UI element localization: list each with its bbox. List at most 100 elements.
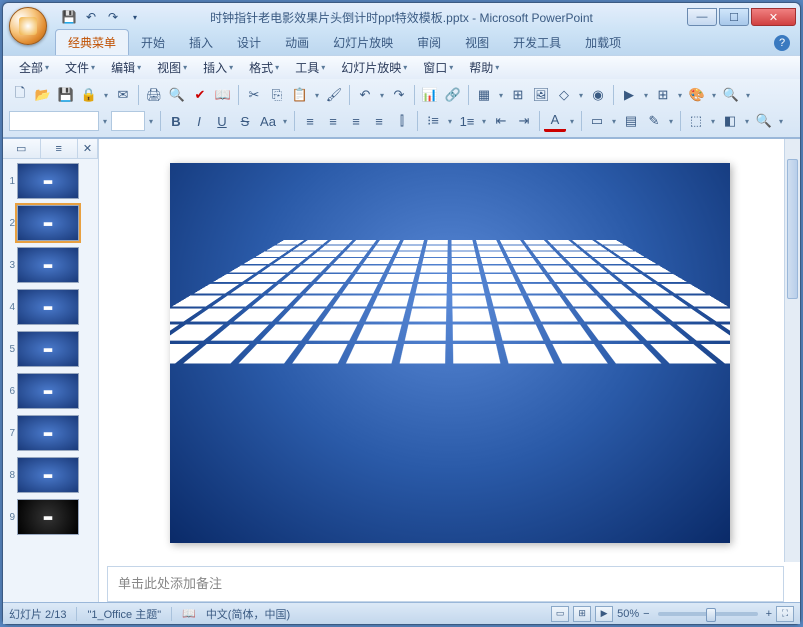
- permission-icon[interactable]: 🔒: [78, 84, 100, 106]
- tab-review[interactable]: 审阅: [405, 30, 453, 55]
- font-size-select[interactable]: [111, 111, 145, 131]
- tab-classic-menu[interactable]: 经典菜单: [55, 29, 129, 55]
- table-icon[interactable]: ▦: [473, 84, 495, 106]
- print-icon[interactable]: 🖨: [143, 84, 165, 106]
- diagram-icon[interactable]: ◉: [587, 84, 609, 106]
- new-icon[interactable]: 🗋: [9, 84, 31, 106]
- undo-icon[interactable]: ↶: [81, 7, 101, 27]
- menu-view[interactable]: 视图▾: [151, 57, 193, 78]
- changecase-icon[interactable]: Aa: [257, 110, 279, 132]
- research-icon[interactable]: 📖: [212, 84, 234, 106]
- strike-icon[interactable]: S: [234, 110, 256, 132]
- show-icon[interactable]: ▶: [618, 84, 640, 106]
- justify-icon[interactable]: ≡: [368, 110, 390, 132]
- thumbnail-image[interactable]: ▄▄: [17, 289, 79, 325]
- menu-tools[interactable]: 工具▾: [289, 57, 331, 78]
- slideshow-view-icon[interactable]: ▶: [595, 606, 613, 622]
- underline-icon[interactable]: U: [211, 110, 233, 132]
- thumbnail-item[interactable]: 1▄▄: [5, 163, 96, 199]
- language-label[interactable]: 中文(简体，中国): [206, 606, 290, 622]
- maximize-button[interactable]: ☐: [719, 8, 749, 26]
- zoom-label[interactable]: 50%: [617, 608, 639, 620]
- indent-inc-icon[interactable]: ⇥: [513, 110, 535, 132]
- close-button[interactable]: ✕: [751, 8, 796, 26]
- menu-window[interactable]: 窗口▾: [417, 57, 459, 78]
- menu-format[interactable]: 格式▾: [243, 57, 285, 78]
- grid-icon[interactable]: ⊞: [652, 84, 674, 106]
- bullets-icon[interactable]: ⁝≡: [422, 110, 444, 132]
- layout-icon[interactable]: ▤: [620, 110, 642, 132]
- tab-animation[interactable]: 动画: [273, 30, 321, 55]
- indent-dec-icon[interactable]: ⇤: [490, 110, 512, 132]
- menu-insert[interactable]: 插入▾: [197, 57, 239, 78]
- zoom-slider[interactable]: [658, 612, 758, 616]
- tables-icon[interactable]: ⊞: [507, 84, 529, 106]
- cut-icon[interactable]: ✂: [243, 84, 265, 106]
- thumbnail-item[interactable]: 9▄▄: [5, 499, 96, 535]
- tab-design[interactable]: 设计: [225, 30, 273, 55]
- thumbnail-item[interactable]: 3▄▄: [5, 247, 96, 283]
- font-family-select[interactable]: [9, 111, 99, 131]
- menu-edit[interactable]: 编辑▾: [105, 57, 147, 78]
- save-icon[interactable]: 💾: [55, 84, 77, 106]
- italic-icon[interactable]: I: [188, 110, 210, 132]
- spellcheck-status-icon[interactable]: 📖: [182, 607, 196, 620]
- thumbnail-item[interactable]: 6▄▄: [5, 373, 96, 409]
- thumbnail-image[interactable]: ▄▄: [17, 331, 79, 367]
- align-left-icon[interactable]: ≡: [299, 110, 321, 132]
- slides-tab[interactable]: ≡: [41, 139, 79, 158]
- shapes-icon[interactable]: ◇: [553, 84, 575, 106]
- menu-all[interactable]: 全部▾: [13, 57, 55, 78]
- thumbnail-item[interactable]: 7▄▄: [5, 415, 96, 451]
- hyperlink-icon[interactable]: 🔗: [442, 84, 464, 106]
- mail-icon[interactable]: ✉: [112, 84, 134, 106]
- preview-icon[interactable]: 🔍: [166, 84, 188, 106]
- new-slide-icon[interactable]: ▭: [586, 110, 608, 132]
- quick-styles-icon[interactable]: ◧: [719, 110, 741, 132]
- thumbnail-image[interactable]: ▄▄: [17, 163, 79, 199]
- thumbnail-image[interactable]: ▄▄: [17, 247, 79, 283]
- menu-file[interactable]: 文件▾: [59, 57, 101, 78]
- thumbnail-item[interactable]: 5▄▄: [5, 331, 96, 367]
- numbering-icon[interactable]: 1≡: [456, 110, 478, 132]
- zoom-in-icon[interactable]: +: [766, 608, 772, 620]
- tab-view[interactable]: 视图: [453, 30, 501, 55]
- minimize-button[interactable]: —: [687, 8, 717, 26]
- thumbnail-list[interactable]: 1▄▄2▄▄3▄▄4▄▄5▄▄6▄▄7▄▄8▄▄9▄▄: [3, 159, 98, 602]
- notes-pane[interactable]: 单击此处添加备注: [107, 566, 784, 602]
- font-color-icon[interactable]: A: [544, 110, 566, 132]
- zoom-out-icon[interactable]: −: [643, 608, 649, 620]
- save-icon[interactable]: 💾: [59, 7, 79, 27]
- sorter-view-icon[interactable]: ⊞: [573, 606, 591, 622]
- vertical-scrollbar[interactable]: [784, 139, 800, 562]
- color-icon[interactable]: 🎨: [686, 84, 708, 106]
- bold-icon[interactable]: B: [165, 110, 187, 132]
- help-icon[interactable]: ?: [774, 35, 790, 51]
- paste-icon[interactable]: 📋: [289, 84, 311, 106]
- align-center-icon[interactable]: ≡: [322, 110, 344, 132]
- thumbnail-item[interactable]: 8▄▄: [5, 457, 96, 493]
- zoom-icon[interactable]: 🔍: [720, 84, 742, 106]
- undo-icon[interactable]: ↶: [354, 84, 376, 106]
- find-icon[interactable]: 🔍: [753, 110, 775, 132]
- thumbnail-image[interactable]: ▄▄: [17, 373, 79, 409]
- design-icon[interactable]: ✎: [643, 110, 665, 132]
- tab-addins[interactable]: 加载项: [573, 30, 633, 55]
- thumbnail-item[interactable]: 2▄▄: [5, 205, 96, 241]
- thumbnail-image[interactable]: ▄▄: [17, 457, 79, 493]
- menu-help[interactable]: 帮助▾: [463, 57, 505, 78]
- normal-view-icon[interactable]: ▭: [551, 606, 569, 622]
- qat-customize-icon[interactable]: ▾: [125, 7, 145, 27]
- thumbnail-image[interactable]: ▄▄: [17, 499, 79, 535]
- chart-icon[interactable]: 📊: [419, 84, 441, 106]
- fit-window-icon[interactable]: ⛶: [776, 606, 794, 622]
- tab-insert[interactable]: 插入: [177, 30, 225, 55]
- thumbnail-image[interactable]: ▄▄: [17, 415, 79, 451]
- copy-icon[interactable]: ⎘: [266, 84, 288, 106]
- arrange-icon[interactable]: ⬚: [685, 110, 707, 132]
- thumbnail-image[interactable]: ▄▄: [17, 205, 79, 241]
- distribute-icon[interactable]: ⫿: [391, 110, 413, 132]
- redo-icon[interactable]: ↷: [388, 84, 410, 106]
- menu-slideshow[interactable]: 幻灯片放映▾: [335, 57, 413, 78]
- close-panel-icon[interactable]: ✕: [78, 139, 98, 158]
